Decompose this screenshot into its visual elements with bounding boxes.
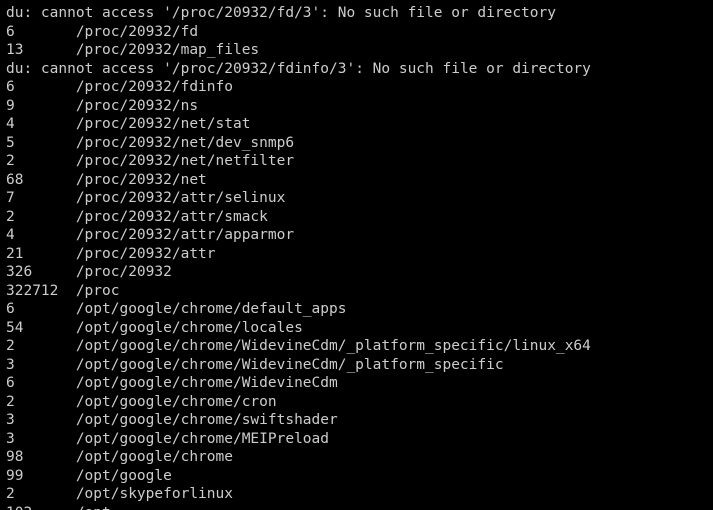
du-size: 3 xyxy=(6,356,76,375)
du-path: /opt/skypeforlinux xyxy=(76,486,233,502)
output-line: 326/proc/20932 xyxy=(6,263,707,282)
du-path: /opt/google xyxy=(76,468,172,484)
du-size: 6 xyxy=(6,23,76,42)
output-line: 6/proc/20932/fd xyxy=(6,23,707,42)
output-line: 322712/proc xyxy=(6,282,707,301)
terminal-output: du: cannot access '/proc/20932/fd/3': No… xyxy=(0,0,713,510)
du-path: /proc/20932/fdinfo xyxy=(76,79,233,95)
du-size: 98 xyxy=(6,448,76,467)
output-line: du: cannot access '/proc/20932/fdinfo/3'… xyxy=(6,60,707,79)
du-size: 7 xyxy=(6,189,76,208)
du-size: 99 xyxy=(6,467,76,486)
du-path: /proc/20932/fd xyxy=(76,24,198,40)
du-path: /opt/google/chrome/WidevineCdm xyxy=(76,375,338,391)
error-message: du: cannot access '/proc/20932/fdinfo/3'… xyxy=(6,61,591,77)
du-path: /proc/20932/attr/smack xyxy=(76,209,268,225)
du-path: /opt xyxy=(76,505,111,510)
du-size: 6 xyxy=(6,374,76,393)
du-size: 2 xyxy=(6,152,76,171)
du-size: 9 xyxy=(6,97,76,116)
du-path: /opt/google/chrome/cron xyxy=(76,394,277,410)
output-line: 102/opt xyxy=(6,504,707,510)
output-line: 9/proc/20932/ns xyxy=(6,97,707,116)
du-size: 2 xyxy=(6,485,76,504)
du-size: 68 xyxy=(6,171,76,190)
du-size: 2 xyxy=(6,393,76,412)
output-line: 6/proc/20932/fdinfo xyxy=(6,78,707,97)
du-size: 4 xyxy=(6,226,76,245)
du-size: 322712 xyxy=(6,282,76,301)
du-path: /proc/20932/ns xyxy=(76,98,198,114)
output-line: 6/opt/google/chrome/WidevineCdm xyxy=(6,374,707,393)
du-size: 2 xyxy=(6,337,76,356)
du-path: /proc/20932/map_files xyxy=(76,42,259,58)
output-line: 3/opt/google/chrome/WidevineCdm/_platfor… xyxy=(6,356,707,375)
output-line: du: cannot access '/proc/20932/fd/3': No… xyxy=(6,4,707,23)
output-line: 2/proc/20932/net/netfilter xyxy=(6,152,707,171)
output-line: 4/proc/20932/attr/apparmor xyxy=(6,226,707,245)
du-size: 3 xyxy=(6,411,76,430)
output-line: 7/proc/20932/attr/selinux xyxy=(6,189,707,208)
output-line: 2/opt/skypeforlinux xyxy=(6,485,707,504)
du-size: 3 xyxy=(6,430,76,449)
output-line: 5/proc/20932/net/dev_snmp6 xyxy=(6,134,707,153)
du-size: 102 xyxy=(6,504,76,510)
output-line: 2/proc/20932/attr/smack xyxy=(6,208,707,227)
du-size: 326 xyxy=(6,263,76,282)
output-line: 13/proc/20932/map_files xyxy=(6,41,707,60)
du-size: 13 xyxy=(6,41,76,60)
output-line: 99/opt/google xyxy=(6,467,707,486)
du-path: /proc/20932/attr xyxy=(76,246,216,262)
du-size: 4 xyxy=(6,115,76,134)
du-path: /opt/google/chrome/WidevineCdm/_platform… xyxy=(76,338,591,354)
du-size: 2 xyxy=(6,208,76,227)
du-path: /proc/20932/net xyxy=(76,172,207,188)
du-path: /proc/20932/net/stat xyxy=(76,116,251,132)
du-path: /proc xyxy=(76,283,120,299)
du-path: /opt/google/chrome/WidevineCdm/_platform… xyxy=(76,357,504,373)
output-line: 21/proc/20932/attr xyxy=(6,245,707,264)
du-size: 21 xyxy=(6,245,76,264)
du-size: 5 xyxy=(6,134,76,153)
output-line: 2/opt/google/chrome/cron xyxy=(6,393,707,412)
output-line: 3/opt/google/chrome/MEIPreload xyxy=(6,430,707,449)
error-message: du: cannot access '/proc/20932/fd/3': No… xyxy=(6,5,556,21)
output-line: 98/opt/google/chrome xyxy=(6,448,707,467)
du-size: 6 xyxy=(6,78,76,97)
output-line: 68/proc/20932/net xyxy=(6,171,707,190)
du-path: /proc/20932 xyxy=(76,264,172,280)
du-path: /opt/google/chrome xyxy=(76,449,233,465)
du-path: /opt/google/chrome/MEIPreload xyxy=(76,431,329,447)
output-line: 54/opt/google/chrome/locales xyxy=(6,319,707,338)
output-line: 4/proc/20932/net/stat xyxy=(6,115,707,134)
du-path: /proc/20932/attr/selinux xyxy=(76,190,286,206)
du-path: /proc/20932/net/dev_snmp6 xyxy=(76,135,294,151)
du-path: /opt/google/chrome/locales xyxy=(76,320,303,336)
output-line: 2/opt/google/chrome/WidevineCdm/_platfor… xyxy=(6,337,707,356)
du-path: /opt/google/chrome/default_apps xyxy=(76,301,347,317)
du-size: 54 xyxy=(6,319,76,338)
du-path: /proc/20932/attr/apparmor xyxy=(76,227,294,243)
output-line: 3/opt/google/chrome/swiftshader xyxy=(6,411,707,430)
du-path: /opt/google/chrome/swiftshader xyxy=(76,412,338,428)
du-size: 6 xyxy=(6,300,76,319)
du-path: /proc/20932/net/netfilter xyxy=(76,153,294,169)
output-line: 6/opt/google/chrome/default_apps xyxy=(6,300,707,319)
